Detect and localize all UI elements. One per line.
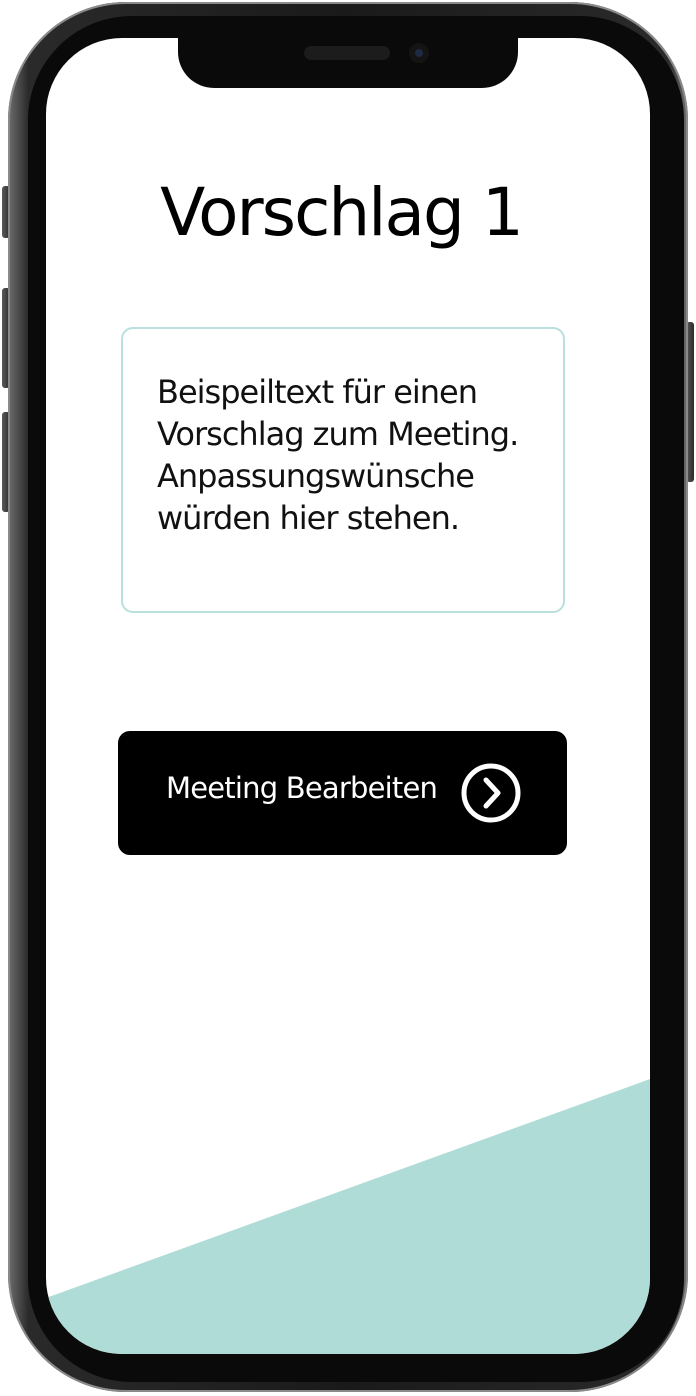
notch	[178, 38, 518, 88]
phone-screen: Vorschlag 1 Beispeiltext für einen Vorsc…	[46, 38, 650, 1354]
chevron-right-circle-icon	[461, 763, 521, 823]
proposal-card: Beispeiltext für einen Vorschlag zum Mee…	[121, 327, 565, 613]
edit-meeting-button[interactable]: Meeting Bearbeiten	[118, 731, 567, 855]
edit-meeting-button-label: Meeting Bearbeiten	[166, 771, 438, 805]
proposal-text: Beispeiltext für einen Vorschlag zum Mee…	[157, 373, 519, 537]
page-title: Vorschlag 1	[160, 174, 524, 251]
speaker-grille	[304, 46, 390, 60]
phone-mockup: Vorschlag 1 Beispeiltext für einen Vorsc…	[0, 0, 696, 1396]
front-camera-icon	[409, 43, 429, 63]
